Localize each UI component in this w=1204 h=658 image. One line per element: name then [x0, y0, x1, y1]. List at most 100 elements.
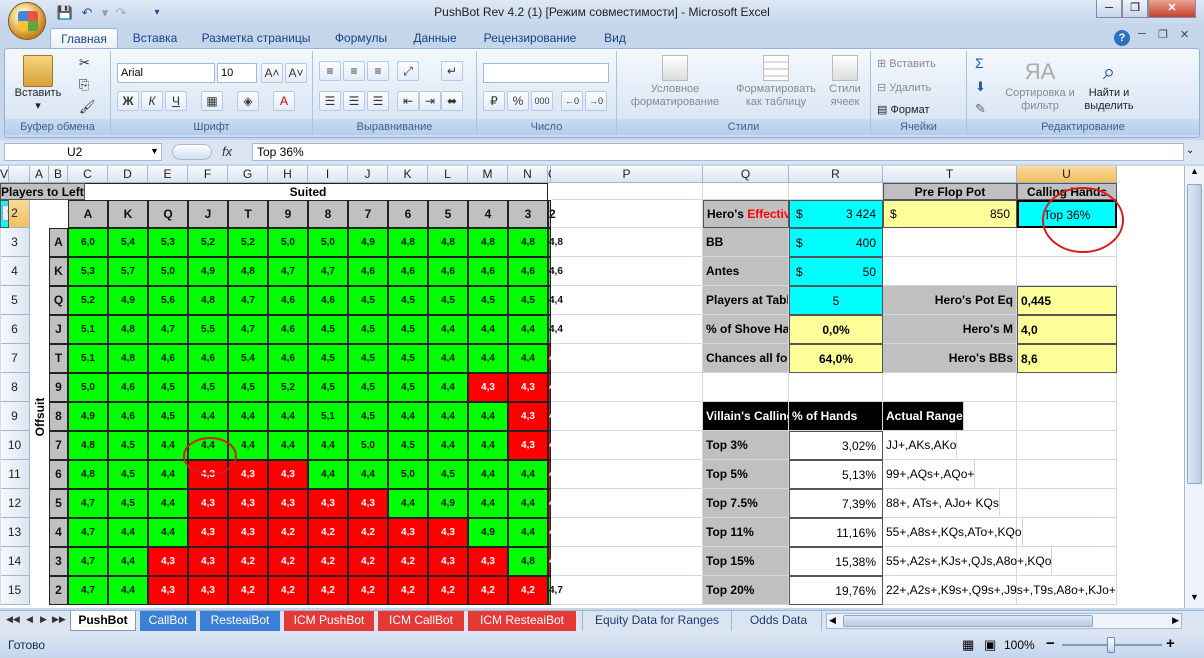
tab-data[interactable]: Данные	[404, 28, 466, 48]
hand-cell[interactable]: 4,7	[68, 518, 108, 547]
currency-format-icon[interactable]: ₽	[483, 91, 505, 111]
clear-icon[interactable]: ✎	[975, 101, 986, 117]
name-box[interactable]: U2	[4, 143, 162, 161]
sheet-tab-odds-data[interactable]: Odds Data	[736, 611, 822, 631]
hand-cell[interactable]: 5,3	[148, 228, 188, 257]
minimize-button[interactable]: ─	[1096, 0, 1122, 18]
grid-cell[interactable]	[551, 402, 703, 431]
delete-cells-button[interactable]: ⊟ Удалить	[877, 81, 931, 94]
hand-cell[interactable]: 4,2	[308, 576, 348, 605]
formula-bar-splitter[interactable]	[172, 144, 212, 160]
maximize-button[interactable]: ❐	[1122, 0, 1148, 18]
hand-cell[interactable]: 4,2	[268, 547, 308, 576]
hand-cell[interactable]: 4,4	[428, 402, 468, 431]
grid-cell[interactable]	[551, 547, 703, 576]
hand-cell[interactable]: 4,8	[388, 228, 428, 257]
hand-cell[interactable]: 4,2	[348, 547, 388, 576]
hand-cell[interactable]: 4,3	[188, 460, 228, 489]
column-header[interactable]: P	[551, 166, 703, 183]
copy-icon[interactable]: ⎘	[79, 77, 89, 93]
grid-cell[interactable]	[0, 489, 1, 518]
hand-cell[interactable]: 4,3	[228, 460, 268, 489]
hand-cell[interactable]: 4,2	[508, 576, 548, 605]
hand-cell[interactable]: 4,8	[188, 286, 228, 315]
hand-cell[interactable]: 4,3	[548, 344, 563, 373]
hand-cell[interactable]: 4,8	[108, 344, 148, 373]
hand-cell[interactable]: 4,6	[308, 286, 348, 315]
grid-cell[interactable]	[883, 257, 1017, 286]
sort-filter-button[interactable]: ЯА Сортировка и фильтр	[1005, 57, 1075, 113]
hand-cell[interactable]: 4,5	[388, 315, 428, 344]
zoom-in-button[interactable]: +	[1166, 635, 1175, 652]
increase-decimal-icon[interactable]: ←0	[561, 91, 583, 111]
scroll-left-icon[interactable]: ◀	[829, 615, 836, 626]
bold-button[interactable]: Ж	[117, 91, 139, 111]
column-header[interactable]: H	[268, 166, 308, 183]
ribbon-minimize-icon[interactable]: ─	[1138, 28, 1146, 40]
hand-cell[interactable]: 4,4	[148, 489, 188, 518]
decrease-indent-icon[interactable]: ⇤	[397, 91, 419, 111]
borders-icon[interactable]: ▦	[201, 91, 223, 111]
hand-cell[interactable]: 4,9	[468, 518, 508, 547]
hand-cell[interactable]: 4,2	[268, 518, 308, 547]
calling-hands-value[interactable]: Top 36%	[1017, 200, 1117, 228]
percent-button[interactable]: %	[507, 91, 529, 111]
hand-cell[interactable]: 4,5	[468, 286, 508, 315]
next-sheet-icon[interactable]: ▶	[40, 614, 47, 625]
row-header[interactable]: 4	[0, 257, 30, 286]
horizontal-scroll-thumb[interactable]	[843, 615, 1093, 627]
grid-cell[interactable]	[1017, 431, 1117, 460]
hand-cell[interactable]: 4,4	[468, 460, 508, 489]
hand-cell[interactable]: 4,2	[228, 547, 268, 576]
zoom-out-button[interactable]: −	[1046, 635, 1055, 652]
row-header[interactable]: 13	[0, 518, 30, 547]
hand-cell[interactable]: 5,0	[148, 257, 188, 286]
hand-cell[interactable]: 5,2	[228, 228, 268, 257]
hand-cell[interactable]: 4,3	[508, 402, 548, 431]
zoom-slider-thumb[interactable]	[1107, 637, 1115, 653]
hand-cell[interactable]: 4,4	[508, 489, 548, 518]
hand-cell[interactable]: 4,4	[508, 315, 548, 344]
players-left-cell[interactable]: ▼1	[0, 200, 9, 228]
align-bottom-icon[interactable]: ≡	[367, 61, 389, 81]
hand-cell[interactable]: 4,4	[268, 402, 308, 431]
column-header[interactable]: R	[789, 166, 883, 183]
tab-formulas[interactable]: Формулы	[326, 28, 396, 48]
hand-cell[interactable]: 6,0	[68, 228, 108, 257]
hand-cell[interactable]: 4,4	[508, 518, 548, 547]
column-header[interactable]: J	[348, 166, 388, 183]
hand-cell[interactable]: 4,5	[308, 344, 348, 373]
grid-cell[interactable]	[0, 431, 1, 460]
cut-icon[interactable]: ✂	[79, 55, 90, 71]
hand-cell[interactable]: 4,5	[108, 460, 148, 489]
conditional-formatting-button[interactable]: Условное форматирование	[621, 55, 729, 109]
hand-cell[interactable]: 4,3	[548, 460, 563, 489]
insert-cells-button[interactable]: ⊞ Вставить	[877, 57, 936, 70]
hand-cell[interactable]: 4,8	[468, 228, 508, 257]
hand-cell[interactable]: 4,4	[268, 431, 308, 460]
align-top-icon[interactable]: ≡	[319, 61, 341, 81]
hand-cell[interactable]: 4,9	[108, 286, 148, 315]
grid-cell[interactable]	[551, 460, 703, 489]
hand-cell[interactable]: 4,8	[108, 315, 148, 344]
hand-cell[interactable]: 4,3	[188, 489, 228, 518]
sheet-tab-equity-data[interactable]: Equity Data for Ranges	[582, 611, 732, 631]
font-name-select[interactable]: Arial	[117, 63, 215, 83]
hand-cell[interactable]: 4,4	[428, 373, 468, 402]
column-header[interactable]: N	[508, 166, 548, 183]
hand-cell[interactable]: 4,3	[428, 518, 468, 547]
column-header[interactable]: B	[49, 166, 68, 183]
hand-cell[interactable]: 4,6	[108, 402, 148, 431]
hand-cell[interactable]: 4,4	[388, 489, 428, 518]
hand-cell[interactable]: 4,4	[468, 402, 508, 431]
hand-cell[interactable]: 4,6	[268, 286, 308, 315]
tab-home[interactable]: Главная	[50, 28, 118, 48]
hand-cell[interactable]: 4,3	[388, 518, 428, 547]
hand-cell[interactable]: 5,4	[108, 228, 148, 257]
hand-cell[interactable]: 4,4	[348, 460, 388, 489]
hand-cell[interactable]: 5,2	[68, 286, 108, 315]
wrap-text-icon[interactable]: ↵	[441, 61, 463, 81]
hand-cell[interactable]: 4,2	[308, 518, 348, 547]
hand-cell[interactable]: 4,2	[388, 547, 428, 576]
grid-cell[interactable]	[551, 315, 703, 344]
